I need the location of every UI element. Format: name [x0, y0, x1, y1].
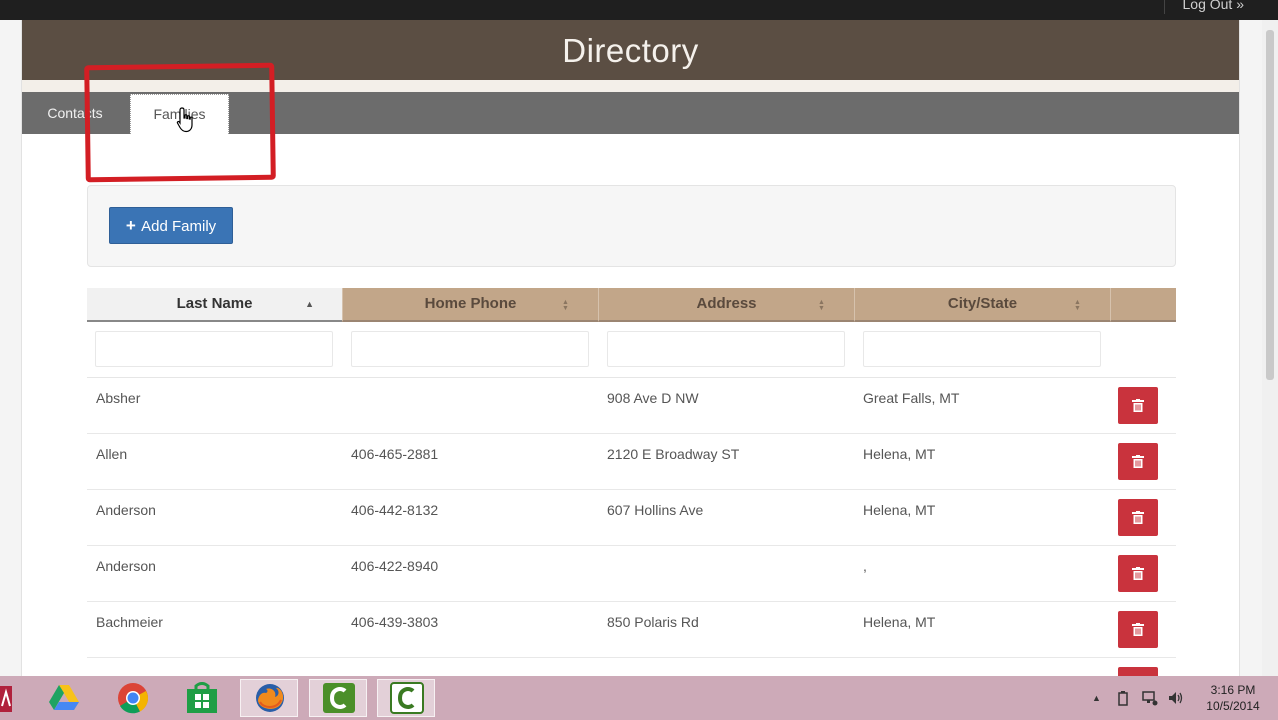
table-row[interactable]: Absher 908 Ave D NW Great Falls, MT	[87, 378, 1176, 434]
trash-icon	[1132, 623, 1144, 636]
cell-city-state: Helena, MT	[863, 446, 936, 462]
app-red-icon[interactable]	[0, 684, 14, 714]
column-header-address[interactable]: Address ▲▼	[598, 288, 854, 322]
cell-address: 850 Polaris Rd	[607, 614, 699, 630]
cell-home-phone: 406-439-3803	[351, 614, 439, 630]
cell-last-name: Allen	[96, 446, 128, 462]
table-header: Last Name ▲ Home Phone ▲▼ Address ▲▼ Cit…	[87, 288, 1176, 322]
cell-city-state: Helena, MT	[863, 614, 936, 630]
sort-icon: ▲▼	[562, 299, 569, 311]
windows-taskbar: ▲ 3:16 PM 10/5/2014	[0, 676, 1278, 720]
cell-city-state: Helena, MT	[863, 502, 936, 518]
add-family-button[interactable]: + Add Family	[109, 207, 233, 244]
google-drive-icon[interactable]	[48, 683, 80, 713]
filter-row	[87, 322, 1176, 378]
delete-button[interactable]	[1118, 667, 1158, 676]
store-icon[interactable]	[186, 682, 218, 714]
cell-last-name: Anderson	[96, 502, 156, 518]
chrome-icon[interactable]	[117, 682, 149, 714]
cell-last-name: Absher	[96, 390, 141, 406]
table-row[interactable]: Anderson 406-442-8132 607 Hollins Ave He…	[87, 490, 1176, 546]
column-header-home-phone[interactable]: Home Phone ▲▼	[342, 288, 598, 322]
filter-last-name-input[interactable]	[95, 331, 333, 367]
plus-icon: +	[125, 216, 136, 235]
delete-button[interactable]	[1118, 443, 1158, 480]
tray-overflow-icon[interactable]: ▲	[1092, 693, 1101, 703]
top-bar: Log Out »	[0, 0, 1278, 20]
delete-button[interactable]	[1118, 499, 1158, 536]
table-row[interactable]: Bachmeier 406-439-3803 850 Polaris Rd He…	[87, 602, 1176, 658]
cell-address: 607 Hollins Ave	[607, 502, 704, 518]
hand-cursor-icon	[176, 107, 193, 133]
cell-address: 2120 E Broadway ST	[607, 446, 740, 462]
add-family-label: Add Family	[141, 218, 217, 235]
filter-home-phone-input[interactable]	[351, 331, 589, 367]
column-header-city-state[interactable]: City/State ▲▼	[854, 288, 1110, 322]
camtasia-icon	[323, 683, 355, 713]
filter-city-state-input[interactable]	[863, 331, 1101, 367]
trash-icon	[1132, 455, 1144, 468]
sort-asc-icon: ▲	[305, 299, 314, 309]
sort-icon: ▲▼	[818, 299, 825, 311]
sort-icon: ▲▼	[1074, 299, 1081, 311]
taskbar-item-firefox[interactable]	[240, 679, 298, 717]
taskbar-item-camtasia[interactable]	[309, 679, 367, 717]
toolbar-panel	[87, 185, 1176, 267]
table-row[interactable]: Allen 406-465-2881 2120 E Broadway ST He…	[87, 434, 1176, 490]
table-row-partial[interactable]	[87, 658, 1176, 676]
clock-time: 3:16 PM	[1210, 683, 1256, 697]
cell-home-phone: 406-442-8132	[351, 502, 439, 518]
firefox-icon	[256, 684, 284, 712]
column-header-label: City/State	[947, 295, 1018, 312]
cell-city-state: Great Falls, MT	[863, 390, 960, 406]
filter-address-input[interactable]	[607, 331, 845, 367]
page-background-left	[0, 20, 22, 676]
camtasia-recorder-icon	[390, 682, 424, 714]
trash-icon	[1132, 567, 1144, 580]
column-header-actions	[1110, 288, 1176, 322]
delete-button[interactable]	[1118, 555, 1158, 592]
network-icon[interactable]	[1142, 690, 1158, 706]
column-header-label: Home Phone	[424, 295, 517, 312]
delete-button[interactable]	[1118, 387, 1158, 424]
power-icon[interactable]	[1116, 690, 1130, 706]
logout-link[interactable]: Log Out »	[1163, 0, 1244, 14]
cell-address: 908 Ave D NW	[607, 390, 699, 406]
trash-icon	[1132, 399, 1144, 412]
cell-home-phone: 406-465-2881	[351, 446, 439, 462]
table-body: Absher 908 Ave D NW Great Falls, MT Alle…	[87, 378, 1176, 676]
delete-button[interactable]	[1118, 611, 1158, 648]
clock-date: 10/5/2014	[1206, 699, 1260, 713]
column-header-label: Address	[696, 295, 757, 312]
column-header-last-name[interactable]: Last Name ▲	[87, 288, 342, 322]
cell-city-state: ,	[863, 558, 867, 574]
cell-last-name: Bachmeier	[96, 614, 163, 630]
taskbar-item-camtasia-recorder[interactable]	[377, 679, 435, 717]
table-row[interactable]: Anderson 406-422-8940 ,	[87, 546, 1176, 602]
cell-home-phone: 406-422-8940	[351, 558, 439, 574]
system-clock[interactable]: 3:16 PM 10/5/2014	[1200, 682, 1266, 714]
volume-icon[interactable]	[1168, 690, 1184, 706]
scrollbar-thumb[interactable]	[1266, 30, 1274, 380]
cell-last-name: Anderson	[96, 558, 156, 574]
column-header-label: Last Name	[176, 295, 253, 312]
trash-icon	[1132, 511, 1144, 524]
